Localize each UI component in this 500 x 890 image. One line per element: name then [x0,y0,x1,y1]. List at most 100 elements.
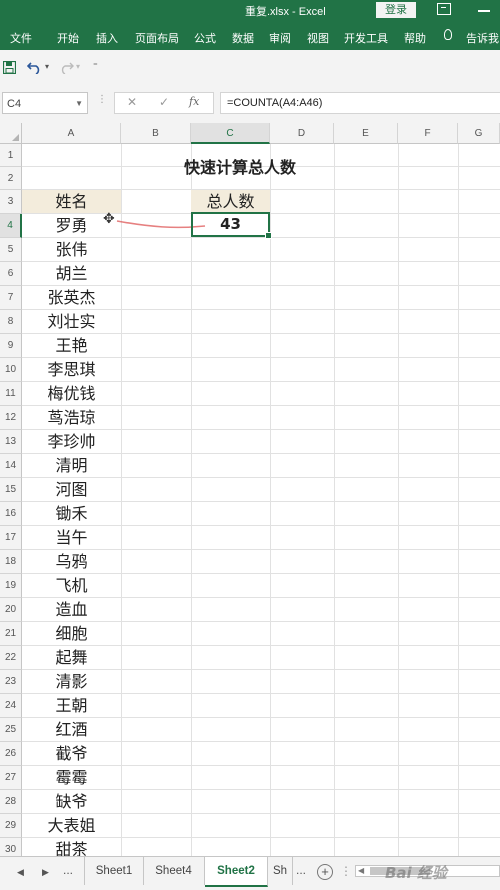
row-header-7[interactable]: 7 [0,286,22,310]
name-cell[interactable]: 大表姐 [22,814,121,838]
undo-icon[interactable] [27,61,43,74]
row-header-9[interactable]: 9 [0,334,22,358]
row-header-17[interactable]: 17 [0,526,22,550]
row-header-14[interactable]: 14 [0,454,22,478]
row-header-28[interactable]: 28 [0,790,22,814]
formula-bar-grip-icon[interactable]: ⋮ [97,94,107,105]
undo-dropdown-icon[interactable]: ▾ [45,62,49,71]
name-cell[interactable]: 当午 [22,526,121,550]
name-cell[interactable]: 飞机 [22,574,121,598]
tab-review[interactable]: 审阅 [269,30,291,46]
name-cell[interactable]: 张英杰 [22,286,121,310]
annotation-arrow [116,220,206,229]
name-cell[interactable]: 霉霉 [22,766,121,790]
total-count-value: 43 [220,215,241,233]
row-header-6[interactable]: 6 [0,262,22,286]
formula-input[interactable]: =COUNTA(A4:A46) [220,92,500,114]
row-header-26[interactable]: 26 [0,742,22,766]
tab-developer[interactable]: 开发工具 [344,30,388,46]
row-header-30[interactable]: 30 [0,838,22,856]
ribbon-tabs: 文件 开始 插入 页面布局 公式 数据 审阅 视图 开发工具 帮助 告诉我 [0,24,500,50]
insert-function-icon[interactable]: fx [189,95,199,108]
name-cell[interactable]: 起舞 [22,646,121,670]
save-icon[interactable] [3,61,16,74]
watermark: Bai 经验 [385,864,447,882]
row-header-25[interactable]: 25 [0,718,22,742]
scroll-left-arrow-icon[interactable]: ◀ [358,866,364,875]
more-sheets-right[interactable]: ... [296,863,306,877]
sheet-tab-partial[interactable]: Sh [268,857,293,885]
sheet-tab-sheet1[interactable]: Sheet1 [84,857,144,885]
name-cell[interactable]: 梅优钱 [22,382,121,406]
row-header-16[interactable]: 16 [0,502,22,526]
row-header-13[interactable]: 13 [0,430,22,454]
name-cell[interactable]: 细胞 [22,622,121,646]
enter-icon[interactable]: ✓ [159,95,169,109]
tell-me-search[interactable]: 告诉我 [466,30,499,46]
tab-help[interactable]: 帮助 [404,30,426,46]
row-header-29[interactable]: 29 [0,814,22,838]
tab-view[interactable]: 视图 [307,30,329,46]
window-title: 重复.xlsx - Excel [245,6,326,18]
quick-access-toolbar: ▾ ▾ ⁼ [0,50,500,87]
name-cell[interactable]: 李珍帅 [22,430,121,454]
row-header-18[interactable]: 18 [0,550,22,574]
worksheet-grid[interactable]: A B C D E F G 1 2 3 4 5 6 7 8 9 10 11 12 13 14 15 16 17 1… [0,123,500,856]
scroll-tabs-right-icon[interactable]: ▶ [42,867,49,878]
name-cell[interactable]: 甜茶 [22,838,121,856]
tab-insert[interactable]: 插入 [96,30,118,46]
tab-data[interactable]: 数据 [232,30,254,46]
name-cell[interactable]: 胡兰 [22,262,121,286]
name-cell[interactable]: 刘壮实 [22,310,121,334]
name-box-value: C4 [7,98,22,110]
row-header-8[interactable]: 8 [0,310,22,334]
row-header-11[interactable]: 11 [0,382,22,406]
name-box[interactable]: C4 ▼ [2,92,88,114]
cell-cursor-icon: ✥ [103,211,115,227]
redo-dropdown-icon[interactable]: ▾ [76,62,80,71]
sheet-tab-sheet2[interactable]: Sheet2 [205,857,268,887]
name-box-dropdown-icon[interactable]: ▼ [75,93,83,115]
name-cell[interactable]: 造血 [22,598,121,622]
name-cell[interactable]: 红酒 [22,718,121,742]
tab-splitter-icon[interactable]: ⋮ [340,864,352,878]
tab-formulas[interactable]: 公式 [194,30,216,46]
sheet-tab-sheet4[interactable]: Sheet4 [143,857,205,885]
cancel-icon[interactable]: ✕ [127,95,137,109]
row-header-27[interactable]: 27 [0,766,22,790]
tab-page-layout[interactable]: 页面布局 [135,30,179,46]
formula-buttons: ✕ ✓ fx [114,92,214,114]
row-header-20[interactable]: 20 [0,598,22,622]
name-cell[interactable]: 截爷 [22,742,121,766]
name-cell[interactable]: 清影 [22,670,121,694]
redo-icon[interactable] [58,61,74,74]
name-cell[interactable]: 缺爷 [22,790,121,814]
row-header-22[interactable]: 22 [0,646,22,670]
scroll-tabs-left-icon[interactable]: ◀ [17,867,24,878]
row-header-23[interactable]: 23 [0,670,22,694]
name-cell[interactable]: 乌鸦 [22,550,121,574]
restore-window-icon[interactable] [437,3,451,15]
name-cell[interactable]: 清明 [22,454,121,478]
name-cell[interactable]: 王艳 [22,334,121,358]
name-cell[interactable]: 王朝 [22,694,121,718]
minimize-icon[interactable] [478,10,490,12]
tab-file[interactable]: 文件 [10,30,32,46]
login-button[interactable]: 登录 [376,2,416,18]
add-sheet-button[interactable]: + [317,864,333,880]
row-header-19[interactable]: 19 [0,574,22,598]
row-header-24[interactable]: 24 [0,694,22,718]
name-cell[interactable]: 河图 [22,478,121,502]
tab-home[interactable]: 开始 [57,30,79,46]
more-sheets-left[interactable]: ... [63,863,73,877]
name-cell[interactable]: 茑浩琼 [22,406,121,430]
lightbulb-icon[interactable] [444,29,452,40]
name-cell[interactable]: 李思琪 [22,358,121,382]
row-header-12[interactable]: 12 [0,406,22,430]
row-header-21[interactable]: 21 [0,622,22,646]
name-cell[interactable]: 锄禾 [22,502,121,526]
customize-toolbar-icon[interactable]: ⁼ [93,62,98,72]
row-header-10[interactable]: 10 [0,358,22,382]
row-header-15[interactable]: 15 [0,478,22,502]
formula-bar: C4 ▼ ⋮ ✕ ✓ fx =COUNTA(A4:A46) [0,86,500,123]
